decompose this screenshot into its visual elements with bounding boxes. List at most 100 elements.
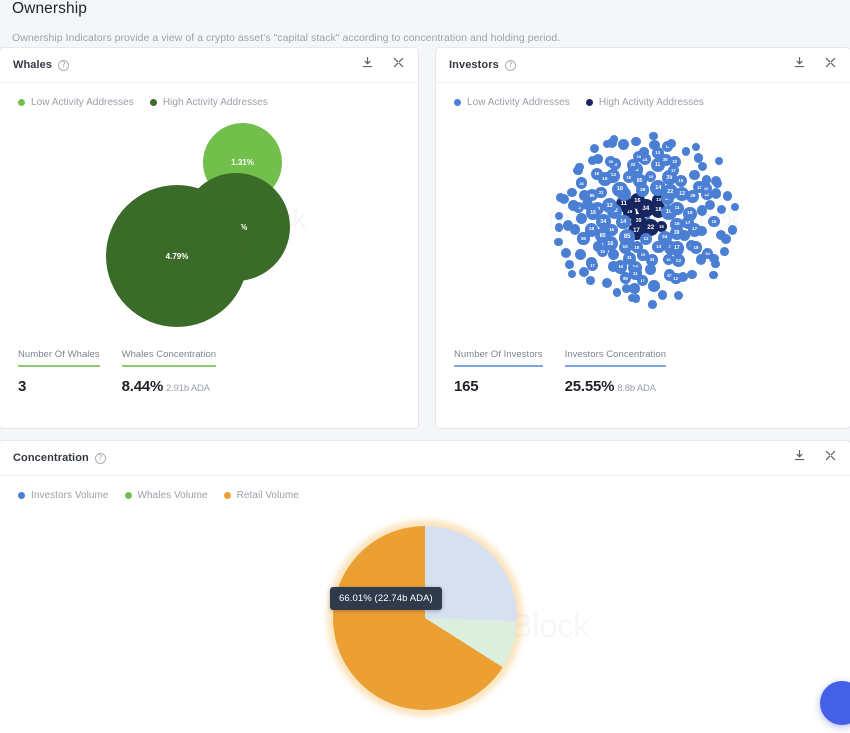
download-icon[interactable] <box>793 449 806 467</box>
bubble-low-activity[interactable] <box>687 269 697 279</box>
bubble-low-activity[interactable] <box>681 146 691 156</box>
legend-item[interactable]: Whales Volume <box>124 490 208 501</box>
legend-item[interactable]: High Activity Addresses <box>585 97 704 108</box>
bubble-low-activity[interactable] <box>649 131 658 140</box>
bubble-low-activity[interactable] <box>609 135 619 144</box>
bubble-low-activity[interactable]: 18 <box>612 181 628 198</box>
bubble-low-activity[interactable] <box>720 246 730 256</box>
bubble-low-activity[interactable] <box>649 140 660 151</box>
bubble-low-activity[interactable] <box>629 283 640 294</box>
bubble-low-activity[interactable] <box>602 277 613 289</box>
bubble-low-activity[interactable] <box>697 162 707 172</box>
bubble-low-activity[interactable]: 13 <box>671 254 685 268</box>
bubble-low-activity[interactable]: 13 <box>652 240 665 254</box>
bubble-low-activity[interactable] <box>691 142 700 152</box>
bubble-low-activity[interactable] <box>696 225 707 236</box>
bubble-low-activity[interactable]: 15 <box>708 215 720 228</box>
bubble-low-activity[interactable] <box>575 248 587 260</box>
info-icon[interactable]: ? <box>58 59 70 71</box>
bubble-low-activity[interactable] <box>621 283 631 293</box>
bubble-low-activity[interactable] <box>602 139 611 148</box>
bubble-low-activity[interactable] <box>721 234 731 244</box>
bubble-low-activity[interactable] <box>607 248 619 260</box>
download-icon[interactable] <box>361 56 374 74</box>
bubble-low-activity[interactable]: 16 <box>590 167 603 180</box>
stat-number-of-investors: Number Of Investors 165 <box>454 349 565 395</box>
bubble-label: 17 <box>674 245 680 252</box>
bubble-low-activity[interactable]: 18 <box>689 241 703 254</box>
bubble-low-activity[interactable]: 18 <box>575 177 588 189</box>
bubble-low-activity[interactable] <box>648 280 659 292</box>
legend-item[interactable]: High Activity Addresses <box>149 97 268 108</box>
legend-item[interactable]: Low Activity Addresses <box>18 97 134 108</box>
bubble-low-activity[interactable] <box>568 200 580 211</box>
bubble-low-activity[interactable]: 11 <box>670 201 684 215</box>
bubble-low-activity[interactable] <box>567 270 576 279</box>
bubble-low-activity[interactable] <box>644 264 656 276</box>
bubble-label: 34 <box>600 218 607 225</box>
bubble-low-activity[interactable] <box>715 157 724 166</box>
bubble-low-activity[interactable] <box>578 190 590 201</box>
bubble-low-activity[interactable]: 17 <box>669 241 685 256</box>
bubble-low-activity[interactable] <box>711 259 720 269</box>
bubble-low-activity[interactable]: 19 <box>683 207 697 221</box>
bubble-high-activity[interactable]: 4.79% <box>106 185 248 327</box>
bubble-low-activity[interactable] <box>723 191 733 201</box>
bubble-low-activity[interactable] <box>575 162 584 172</box>
expand-icon[interactable] <box>824 56 837 74</box>
bubble-low-activity[interactable] <box>705 200 716 211</box>
bubble-low-activity[interactable] <box>618 138 629 150</box>
bubble-low-activity[interactable] <box>576 213 588 225</box>
bubble-low-activity[interactable] <box>709 271 718 280</box>
info-icon[interactable]: ? <box>504 59 516 71</box>
info-icon[interactable]: ? <box>94 452 106 464</box>
pie-slices[interactable] <box>333 526 517 710</box>
bubble-low-activity[interactable] <box>556 193 565 202</box>
bubble-low-activity[interactable] <box>555 211 564 221</box>
bubble-low-activity[interactable]: 15 <box>674 174 687 187</box>
bubble-low-activity[interactable] <box>701 175 711 185</box>
bubble-low-activity[interactable] <box>586 276 595 285</box>
bubble-low-activity[interactable] <box>554 237 563 247</box>
bubble-low-activity[interactable]: 85 <box>577 232 590 245</box>
bubble-low-activity[interactable] <box>554 223 564 233</box>
legend-item[interactable]: Investors Volume <box>18 490 109 501</box>
bubble-low-activity[interactable] <box>716 205 727 215</box>
bubble-low-activity[interactable] <box>730 202 740 211</box>
bubble-low-activity[interactable] <box>657 290 668 300</box>
bubble-low-activity[interactable] <box>710 188 722 199</box>
legend-item[interactable]: Retail Volume <box>223 490 299 501</box>
bubble-low-activity[interactable] <box>695 254 707 266</box>
stat-value: 165 <box>454 377 479 395</box>
legend-item[interactable]: Low Activity Addresses <box>454 97 570 108</box>
download-icon[interactable] <box>793 56 806 74</box>
bubble-low-activity[interactable] <box>674 290 684 301</box>
stat-whales-concentration: Whales Concentration 8.44% 2.91b ADA <box>121 349 238 395</box>
bubble-low-activity[interactable] <box>689 169 700 180</box>
bubble-low-activity[interactable] <box>561 248 572 258</box>
bubble-low-activity[interactable] <box>713 179 723 189</box>
expand-icon[interactable] <box>392 56 405 74</box>
bubble-low-activity[interactable] <box>639 146 649 157</box>
bubble-low-activity[interactable] <box>567 187 577 198</box>
bubble-low-activity[interactable] <box>590 144 600 154</box>
bubble-low-activity[interactable] <box>648 300 657 309</box>
bubble-low-activity[interactable] <box>667 139 676 148</box>
bubble-low-activity[interactable] <box>562 220 573 231</box>
bubble-low-activity[interactable]: 22 <box>668 156 681 168</box>
bubble-label: 39 <box>690 194 696 200</box>
bubble-label: 17 <box>590 263 595 269</box>
bubble-low-activity[interactable]: 15 <box>596 245 609 258</box>
bubble-low-activity[interactable]: 85 <box>619 272 632 285</box>
bubble-low-activity[interactable]: 10 <box>700 183 712 195</box>
bubble-low-activity[interactable] <box>727 225 737 235</box>
bubble-label: 18 <box>579 180 584 186</box>
legend-label: High Activity Addresses <box>162 97 268 108</box>
bubble-low-activity[interactable] <box>612 288 622 297</box>
bubble-low-activity[interactable] <box>608 261 619 272</box>
bubble-low-activity[interactable] <box>565 260 574 269</box>
bubble-low-activity[interactable] <box>631 136 641 147</box>
bubble-label: 10 <box>666 257 671 263</box>
expand-icon[interactable] <box>824 449 837 467</box>
bubble-low-activity[interactable] <box>587 155 597 166</box>
